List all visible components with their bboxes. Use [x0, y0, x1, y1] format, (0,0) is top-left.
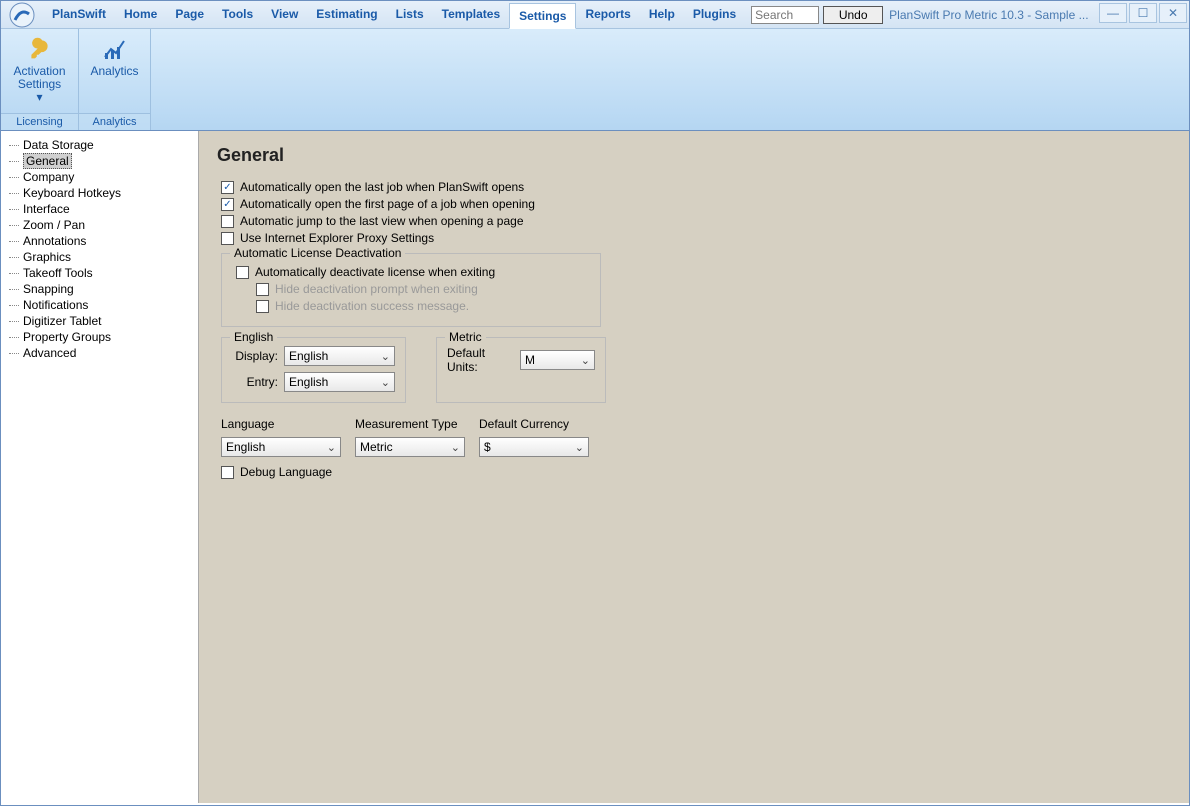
menu-plugins[interactable]: Plugins: [684, 2, 745, 28]
licensing-footer: Licensing: [1, 113, 78, 130]
default-units-combo[interactable]: M: [520, 350, 595, 370]
menu-planswift[interactable]: PlanSwift: [43, 2, 115, 28]
chk-label: Automatic jump to the last view when ope…: [240, 214, 524, 228]
settings-panel: General ✓ Automatically open the last job…: [199, 131, 1189, 803]
chk-auto-deactivate[interactable]: [236, 266, 249, 279]
chk-jump-last-view[interactable]: [221, 215, 234, 228]
menu-tools[interactable]: Tools: [213, 2, 262, 28]
menu-view[interactable]: View: [262, 2, 307, 28]
chk-hide-success: [256, 300, 269, 313]
undo-button[interactable]: Undo: [823, 6, 883, 24]
chk-label: Debug Language: [240, 465, 332, 479]
menu-reports[interactable]: Reports: [576, 2, 639, 28]
window-title: PlanSwift Pro Metric 10.3 - Sample ...: [889, 8, 1088, 22]
default-units-label: Default Units:: [447, 346, 514, 374]
group-title: Metric: [445, 330, 486, 344]
key-icon: [26, 35, 54, 63]
search-input[interactable]: [751, 6, 819, 24]
activation-settings-button[interactable]: Activation Settings ▾: [0, 29, 80, 107]
menu-home[interactable]: Home: [115, 2, 166, 28]
tree-item-graphics[interactable]: Graphics: [5, 249, 194, 265]
tree-item-annotations[interactable]: Annotations: [5, 233, 194, 249]
settings-tree: Data StorageGeneralCompanyKeyboard Hotke…: [1, 131, 199, 803]
entry-combo[interactable]: English: [284, 372, 395, 392]
chk-label: Use Internet Explorer Proxy Settings: [240, 231, 434, 245]
chk-ie-proxy[interactable]: [221, 232, 234, 245]
default-currency-combo[interactable]: $: [479, 437, 589, 457]
measurement-type-combo[interactable]: Metric: [355, 437, 465, 457]
maximize-button[interactable]: ☐: [1129, 3, 1157, 23]
default-currency-label: Default Currency: [479, 417, 589, 431]
display-combo[interactable]: English: [284, 346, 395, 366]
tree-item-data-storage[interactable]: Data Storage: [5, 137, 194, 153]
measurement-type-label: Measurement Type: [355, 417, 465, 431]
analytics-button[interactable]: Analytics: [76, 29, 152, 81]
group-title: Automatic License Deactivation: [230, 246, 405, 260]
chk-label: Automatically open the first page of a j…: [240, 197, 535, 211]
tree-item-zoom-pan[interactable]: Zoom / Pan: [5, 217, 194, 233]
activation-label: Activation Settings ▾: [9, 65, 69, 104]
tree-item-takeoff-tools[interactable]: Takeoff Tools: [5, 265, 194, 281]
tree-item-property-groups[interactable]: Property Groups: [5, 329, 194, 345]
app-logo-icon[interactable]: [5, 2, 39, 28]
panel-heading: General: [217, 145, 1171, 166]
chk-debug-language[interactable]: [221, 466, 234, 479]
analytics-footer: Analytics: [79, 113, 150, 130]
menu-estimating[interactable]: Estimating: [307, 2, 386, 28]
chk-open-first-page[interactable]: ✓: [221, 198, 234, 211]
menubar: PlanSwiftHomePageToolsViewEstimatingList…: [1, 1, 1189, 29]
analytics-label: Analytics: [86, 65, 142, 78]
tree-item-general[interactable]: General: [5, 153, 194, 169]
ribbon: Activation Settings ▾ Licensing Analytic…: [1, 29, 1189, 131]
chk-open-last-job[interactable]: ✓: [221, 181, 234, 194]
tree-item-interface[interactable]: Interface: [5, 201, 194, 217]
menu-page[interactable]: Page: [166, 2, 213, 28]
tree-item-notifications[interactable]: Notifications: [5, 297, 194, 313]
menu-help[interactable]: Help: [640, 2, 684, 28]
close-button[interactable]: ✕: [1159, 3, 1187, 23]
menu-settings[interactable]: Settings: [509, 3, 576, 29]
display-label: Display:: [232, 349, 278, 363]
chk-label: Hide deactivation prompt when exiting: [275, 282, 478, 296]
entry-label: Entry:: [232, 375, 278, 389]
minimize-button[interactable]: —: [1099, 3, 1127, 23]
analytics-icon: [101, 35, 129, 63]
chk-label: Automatically deactivate license when ex…: [255, 265, 495, 279]
tree-item-advanced[interactable]: Advanced: [5, 345, 194, 361]
chk-hide-prompt: [256, 283, 269, 296]
menu-lists[interactable]: Lists: [387, 2, 433, 28]
menu-templates[interactable]: Templates: [433, 2, 509, 28]
chk-label: Hide deactivation success message.: [275, 299, 469, 313]
tree-item-digitizer-tablet[interactable]: Digitizer Tablet: [5, 313, 194, 329]
chk-label: Automatically open the last job when Pla…: [240, 180, 524, 194]
tree-item-snapping[interactable]: Snapping: [5, 281, 194, 297]
language-combo[interactable]: English: [221, 437, 341, 457]
tree-item-company[interactable]: Company: [5, 169, 194, 185]
tree-item-keyboard-hotkeys[interactable]: Keyboard Hotkeys: [5, 185, 194, 201]
language-label: Language: [221, 417, 341, 431]
group-title: English: [230, 330, 277, 344]
